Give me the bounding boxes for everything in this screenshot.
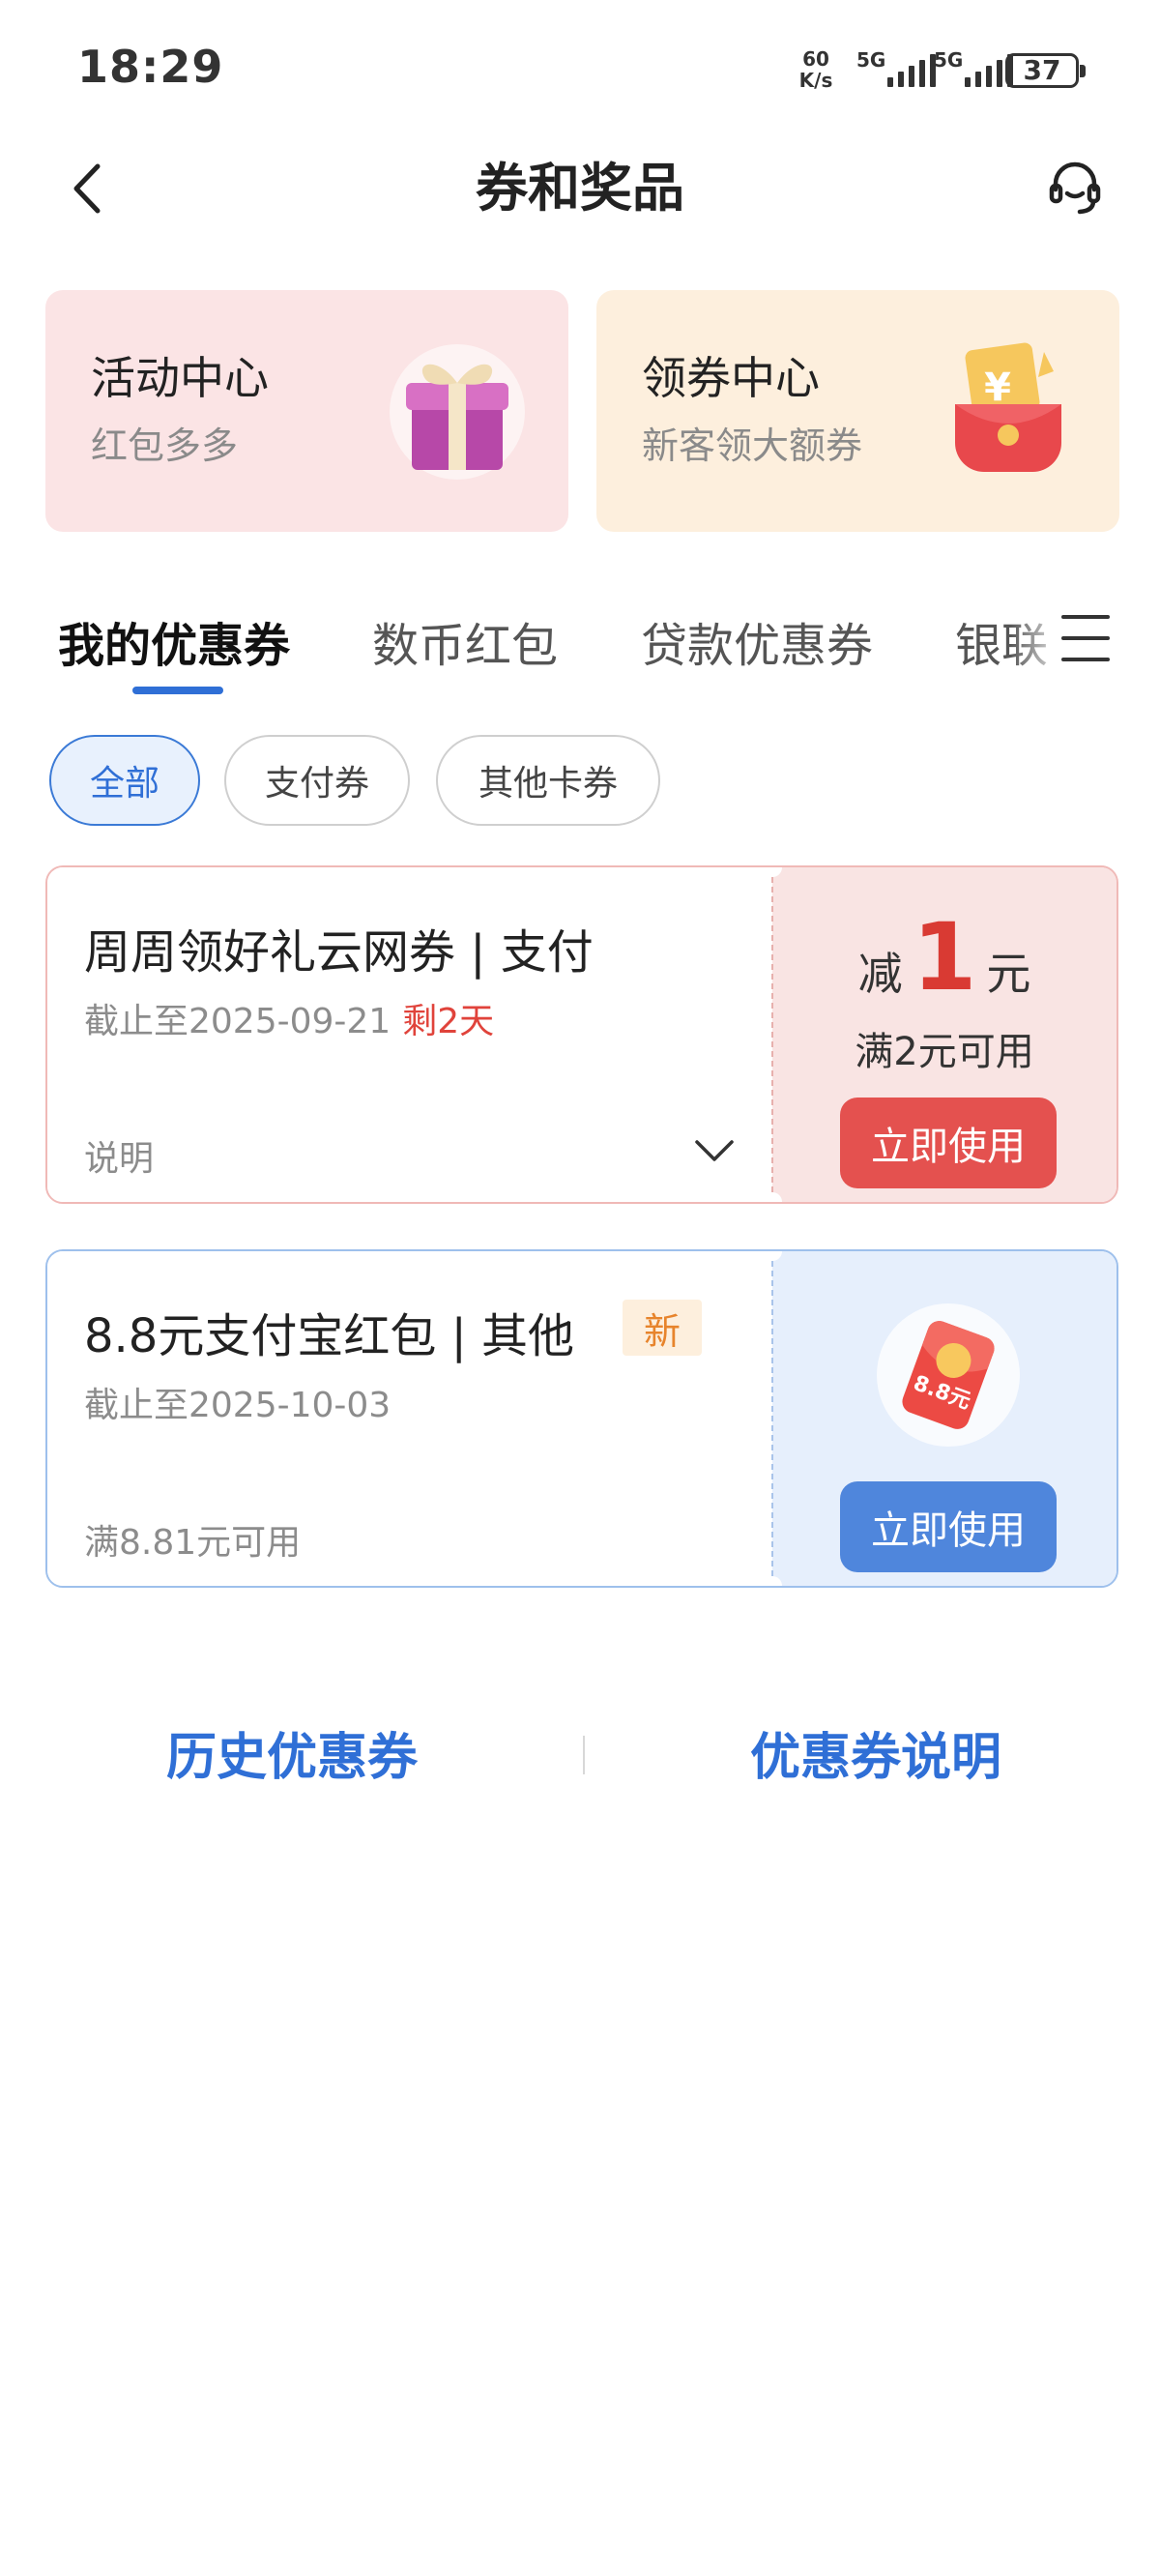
filter-chip-other-cards[interactable]: 其他卡券	[436, 735, 660, 826]
tab-digital-red-packets[interactable]: 数币红包	[372, 607, 558, 675]
network-speed-value: 60	[802, 47, 829, 71]
coupon-card[interactable]: 周周领好礼云网券 | 支付 截止至2025-09-21 剩2天 说明 减1元 满2…	[45, 865, 1118, 1204]
coupon-info: 8.8元支付宝红包 | 其他 新 截止至2025-10-03 满8.81元可用	[47, 1251, 772, 1586]
signal-label-sim2: 5G	[934, 48, 964, 72]
activity-center-title: 活动中心	[91, 352, 269, 404]
link-separator	[583, 1736, 585, 1774]
use-now-button[interactable]: 立即使用	[840, 1481, 1057, 1572]
tab-scroll-fade	[1010, 600, 1068, 687]
history-coupons-link[interactable]: 历史优惠券	[166, 1716, 418, 1789]
new-badge: 新	[623, 1300, 702, 1356]
red-packet-icon: 8.8元	[877, 1303, 1020, 1447]
coupon-title: 周周领好礼云网券 | 支付	[84, 925, 594, 980]
activity-center-subtitle: 红包多多	[91, 424, 239, 467]
battery-level: 37	[1023, 54, 1061, 86]
use-now-button[interactable]: 立即使用	[840, 1098, 1057, 1188]
battery-icon: 37	[1005, 53, 1086, 88]
coupon-title: 8.8元支付宝红包 | 其他	[84, 1309, 575, 1363]
page-title: 券和奖品	[476, 158, 684, 219]
coupon-discount: 减1元	[772, 904, 1116, 1010]
coupon-divider	[771, 877, 773, 1192]
coupon-expiry-date: 截止至2025-10-03	[84, 1386, 392, 1425]
network-speed: 60 K/s	[795, 48, 837, 91]
status-bar: 18:29 60 K/s 5G 5G 37	[0, 0, 1160, 135]
headset-icon	[1049, 161, 1101, 215]
coupon-value-panel: 减1元 满2元可用 立即使用	[772, 867, 1116, 1202]
coupon-divider	[771, 1261, 773, 1576]
coupon-card[interactable]: 8.8元支付宝红包 | 其他 新 截止至2025-10-03 满8.81元可用 …	[45, 1249, 1118, 1588]
coupon-condition: 满2元可用	[855, 1030, 1034, 1074]
menu-icon[interactable]	[1061, 615, 1110, 665]
coupon-value-panel: 8.8元 立即使用	[772, 1251, 1116, 1586]
coupon-explanation-link[interactable]: 优惠券说明	[750, 1716, 1001, 1789]
chevron-left-icon	[73, 163, 101, 214]
signal-label-sim1: 5G	[856, 48, 886, 72]
active-tab-indicator	[132, 687, 223, 694]
discount-prefix: 减	[857, 948, 903, 1000]
chevron-down-icon[interactable]	[693, 1136, 736, 1165]
coupon-description-toggle[interactable]: 说明	[84, 1130, 154, 1181]
coupon-center-subtitle: 新客领大额券	[642, 424, 863, 467]
tab-loan-coupons[interactable]: 贷款优惠券	[641, 607, 873, 675]
coupon-expiry: 截止至2025-09-21 剩2天	[84, 993, 494, 1043]
filter-chip-payment[interactable]: 支付券	[224, 735, 410, 826]
back-button[interactable]	[58, 155, 116, 222]
coupon-condition: 满8.81元可用	[84, 1523, 302, 1563]
svg-text:¥: ¥	[984, 366, 1011, 410]
filter-chip-all[interactable]: 全部	[49, 735, 200, 826]
discount-unit: 元	[986, 948, 1031, 1000]
coupon-expiry-date: 截止至2025-09-21	[84, 1002, 392, 1041]
customer-service-button[interactable]	[1044, 157, 1106, 219]
coupon-tabs: 我的优惠券 数币红包 贷款优惠券 银联	[0, 590, 1160, 706]
coupon-remaining-days: 剩2天	[402, 1002, 495, 1041]
signal-icon-sim1: 5G	[856, 46, 936, 91]
red-envelope-yuan-icon: ¥	[955, 342, 1061, 472]
coupon-info: 周周领好礼云网券 | 支付 截止至2025-09-21 剩2天 说明	[47, 867, 772, 1202]
gift-box-icon	[390, 344, 525, 480]
status-time: 18:29	[77, 41, 224, 93]
activity-center-card[interactable]: 活动中心 红包多多	[45, 290, 568, 532]
signal-icon-sim2: 5G	[934, 46, 1013, 91]
network-speed-unit: K/s	[798, 69, 833, 92]
coupon-center-title: 领券中心	[642, 352, 820, 404]
tab-my-coupons[interactable]: 我的优惠券	[58, 607, 290, 675]
coupon-center-card[interactable]: 领券中心 新客领大额券 ¥	[596, 290, 1119, 532]
discount-amount: 1	[912, 903, 977, 1011]
